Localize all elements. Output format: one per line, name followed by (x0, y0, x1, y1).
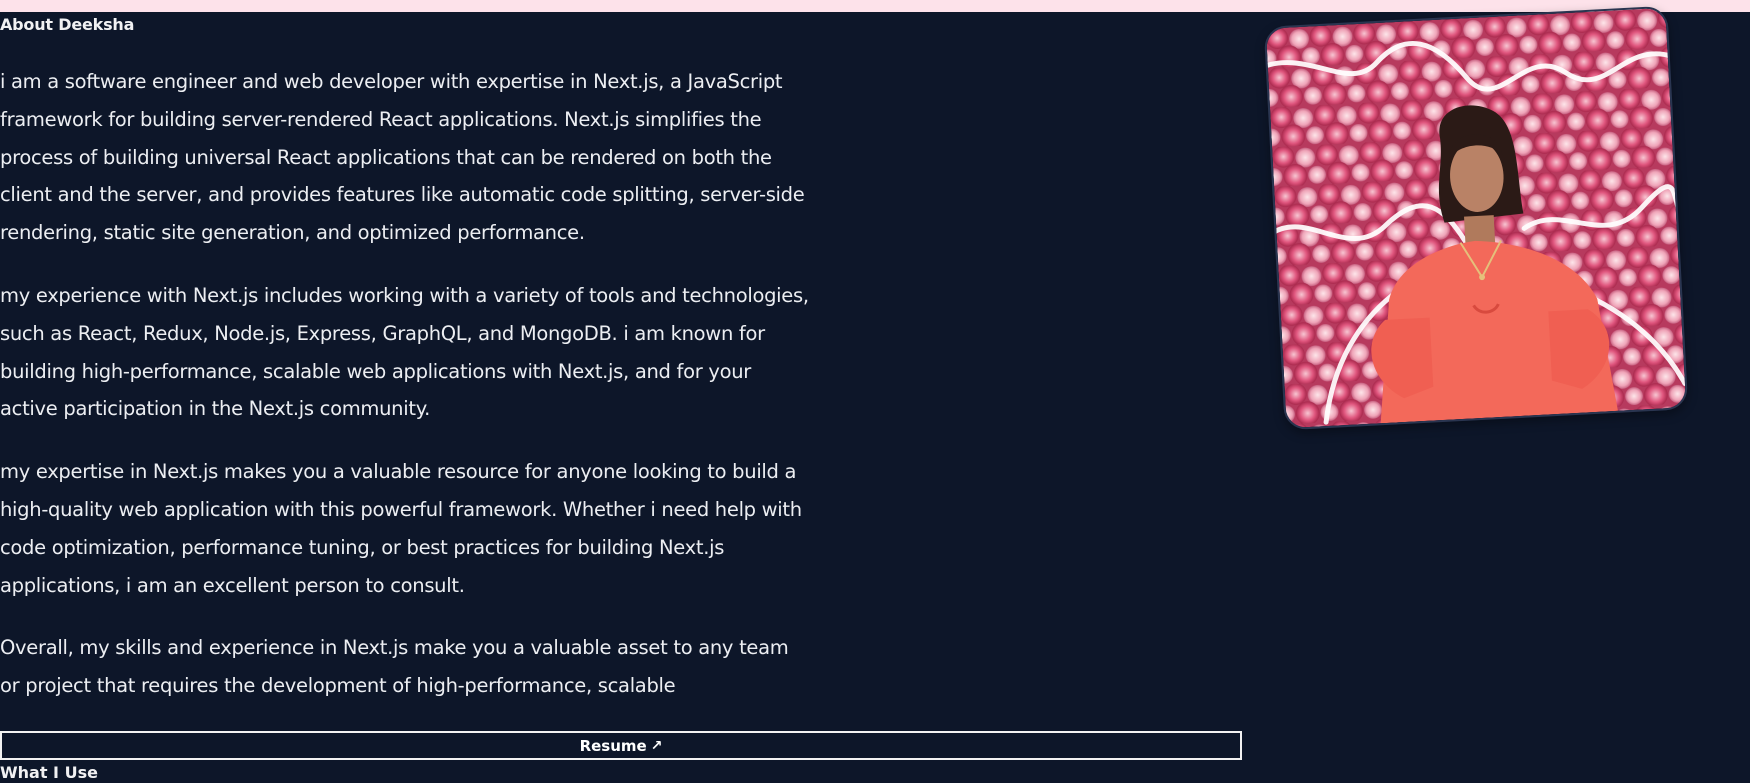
profile-photo (1263, 5, 1689, 431)
about-paragraph: i am a software engineer and web develop… (0, 70, 805, 245)
resume-button[interactable]: Resume ↗ (0, 731, 1242, 760)
about-paragraph: my experience with Next.js includes work… (0, 283, 809, 421)
about-paragraph: Overall, my skills and experience in Nex… (0, 636, 789, 698)
resume-button-label: Resume (579, 736, 647, 755)
profile-photo-illustration (1265, 7, 1687, 429)
top-banner-strip (0, 0, 1750, 12)
about-heading: About Deeksha (0, 15, 135, 34)
about-text: i am a software engineer and web develop… (0, 63, 810, 730)
about-paragraph: my expertise in Next.js makes you a valu… (0, 460, 802, 597)
what-i-use-heading: What I Use (0, 763, 98, 782)
arrow-up-right-icon: ↗ (650, 737, 663, 754)
